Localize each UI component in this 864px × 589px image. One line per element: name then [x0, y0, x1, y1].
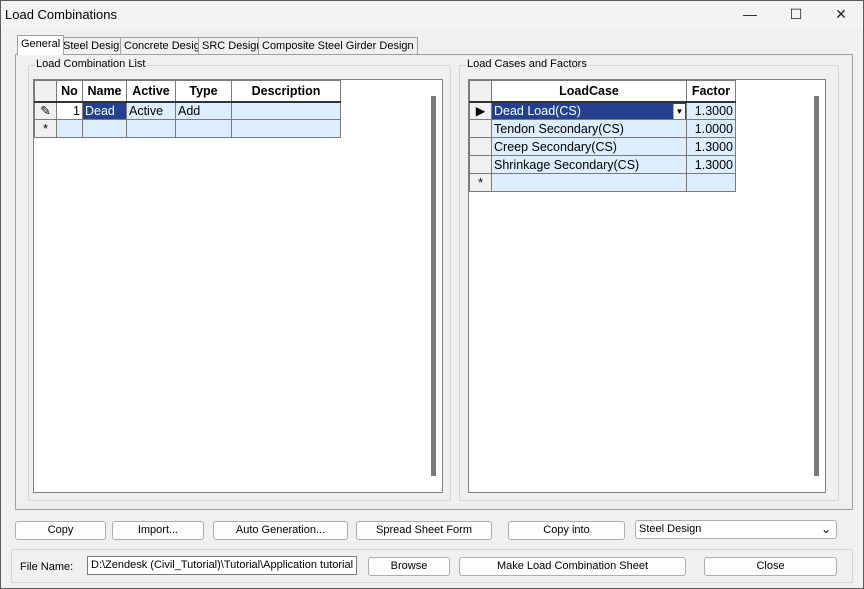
load-combination-list-group: Load Combination List No Name Active Typ…: [28, 58, 451, 501]
spread-sheet-form-button[interactable]: Spread Sheet Form: [356, 521, 492, 540]
cell-factor[interactable]: 1.3000: [686, 155, 736, 174]
load-cases-grid[interactable]: LoadCase Factor ▶ Dead Load(CS) ▼ 1.3000: [468, 79, 826, 493]
window-title: Load Combinations: [5, 7, 118, 22]
browse-button[interactable]: Browse: [368, 557, 450, 576]
new-row[interactable]: *: [34, 119, 341, 138]
cell-no: 1: [56, 101, 83, 120]
new-row-asterisk-icon: *: [34, 119, 57, 138]
file-name-field[interactable]: D:\Zendesk (Civil_Tutorial)\Tutorial\App…: [87, 556, 357, 575]
cell-description[interactable]: [231, 101, 341, 120]
load-cases-and-factors-label: Load Cases and Factors: [466, 58, 588, 70]
row-header: [469, 119, 492, 138]
new-row-asterisk-icon: *: [469, 173, 492, 192]
cell-loadcase[interactable]: Tendon Secondary(CS): [491, 119, 687, 138]
general-tab-panel: Load Combination List No Name Active Typ…: [15, 54, 853, 510]
load-combination-grid[interactable]: No Name Active Type Description ✎ 1 Dead…: [33, 79, 443, 493]
row-header: [469, 137, 492, 156]
new-cell-no[interactable]: [56, 119, 83, 138]
vertical-scrollbar[interactable]: [431, 96, 436, 476]
column-header-no[interactable]: No: [56, 80, 83, 103]
new-cell-active[interactable]: [126, 119, 176, 138]
cell-loadcase-dropdown[interactable]: Dead Load(CS) ▼: [491, 101, 687, 120]
column-header-loadcase[interactable]: LoadCase: [491, 80, 687, 103]
column-header-name[interactable]: Name: [82, 80, 127, 103]
tab-concrete-design[interactable]: Concrete Design: [120, 37, 210, 55]
load-cases-table: LoadCase Factor ▶ Dead Load(CS) ▼ 1.3000: [469, 80, 736, 192]
grid-corner: [469, 80, 492, 103]
cell-active[interactable]: Active: [126, 101, 176, 120]
column-header-factor[interactable]: Factor: [686, 80, 736, 103]
close-window-button[interactable]: ✕: [818, 1, 864, 29]
file-name-label: File Name:: [20, 561, 74, 573]
new-row[interactable]: *: [469, 173, 736, 192]
title-bar: Load Combinations — ☐ ✕: [1, 1, 863, 29]
new-cell-type[interactable]: [175, 119, 232, 138]
auto-generation-button[interactable]: Auto Generation...: [213, 521, 348, 540]
copy-into-select-value: Steel Design: [639, 523, 702, 535]
dropdown-arrow-icon[interactable]: ▼: [673, 103, 685, 119]
new-cell-description[interactable]: [231, 119, 341, 138]
cell-factor[interactable]: 1.3000: [686, 137, 736, 156]
tab-general[interactable]: General: [17, 35, 65, 55]
new-cell-loadcase[interactable]: [491, 173, 687, 192]
column-header-active[interactable]: Active: [126, 80, 176, 103]
table-header-row: LoadCase Factor: [469, 80, 736, 103]
load-combinations-window: Load Combinations — ☐ ✕ General Steel De…: [0, 0, 864, 589]
table-header-row: No Name Active Type Description: [34, 80, 341, 103]
tab-steel-design[interactable]: Steel Design: [59, 37, 130, 55]
load-cases-and-factors-group: Load Cases and Factors LoadCase Factor ▶: [459, 58, 839, 501]
copy-into-button[interactable]: Copy into: [508, 521, 625, 540]
tab-composite-steel-girder-design[interactable]: Composite Steel Girder Design: [258, 37, 418, 55]
minimize-button[interactable]: —: [727, 1, 773, 29]
cell-loadcase: Dead Load(CS): [494, 103, 581, 118]
table-row[interactable]: ▶ Dead Load(CS) ▼ 1.3000: [469, 101, 736, 120]
table-row[interactable]: Tendon Secondary(CS) 1.0000: [469, 119, 736, 138]
load-combination-table: No Name Active Type Description ✎ 1 Dead…: [34, 80, 341, 138]
maximize-button[interactable]: ☐: [773, 1, 819, 29]
current-row-arrow-icon: ▶: [469, 101, 492, 120]
tab-src-design[interactable]: SRC Design: [198, 37, 267, 55]
make-load-combination-sheet-button[interactable]: Make Load Combination Sheet: [459, 557, 686, 576]
copy-button[interactable]: Copy: [15, 521, 106, 540]
row-header: [469, 155, 492, 174]
table-row[interactable]: Shrinkage Secondary(CS) 1.3000: [469, 155, 736, 174]
cell-factor[interactable]: 1.0000: [686, 119, 736, 138]
column-header-type[interactable]: Type: [175, 80, 232, 103]
load-combination-list-label: Load Combination List: [35, 58, 147, 70]
import-button[interactable]: Import...: [112, 521, 204, 540]
cell-name[interactable]: Dead: [82, 101, 127, 120]
column-header-description[interactable]: Description: [231, 80, 341, 103]
vertical-scrollbar[interactable]: [814, 96, 819, 476]
cell-factor[interactable]: 1.3000: [686, 101, 736, 120]
cell-loadcase[interactable]: Creep Secondary(CS): [491, 137, 687, 156]
grid-corner: [34, 80, 57, 103]
cell-loadcase[interactable]: Shrinkage Secondary(CS): [491, 155, 687, 174]
table-row[interactable]: Creep Secondary(CS) 1.3000: [469, 137, 736, 156]
edit-pencil-icon: ✎: [34, 101, 57, 120]
new-cell-factor[interactable]: [686, 173, 736, 192]
close-button[interactable]: Close: [704, 557, 837, 576]
table-row[interactable]: ✎ 1 Dead Active Add: [34, 101, 341, 120]
cell-type[interactable]: Add: [175, 101, 232, 120]
new-cell-name[interactable]: [82, 119, 127, 138]
chevron-down-icon: ⌄: [820, 522, 831, 536]
copy-into-select[interactable]: Steel Design ⌄: [635, 520, 837, 539]
